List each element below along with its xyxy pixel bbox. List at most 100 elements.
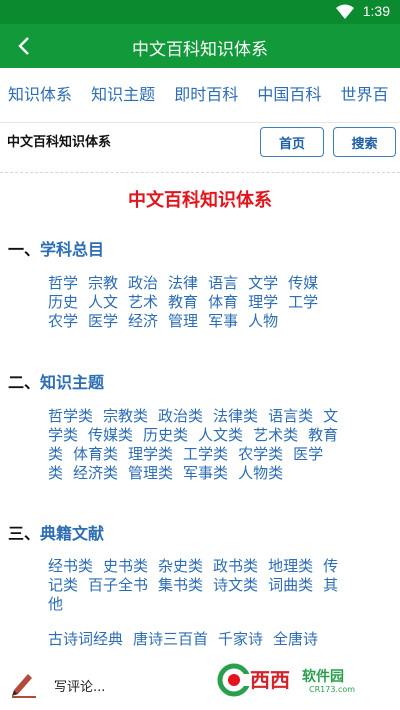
link-item[interactable]: 传媒 [288,274,318,293]
link-item[interactable]: 军事 [208,312,238,331]
section-heading-topics: 二、知识主题 [8,369,104,393]
link-item[interactable]: 全唐诗 [273,630,318,649]
link-row: 古诗词经典 唐诗三百首 千家诗 全唐诗 [48,630,388,649]
link-item[interactable]: 宗教类 [103,407,148,426]
link-item[interactable]: 人物 [248,312,278,331]
link-item[interactable]: 理学 [248,293,278,312]
link-item[interactable]: 哲学类 [48,407,93,426]
link-row: 记类 百子全书 集书类 诗文类 词曲类其 [48,576,388,595]
link-item[interactable]: 文学 [248,274,278,293]
tab-world-encyclopedia[interactable]: 世界百 [340,68,388,122]
link-list-topics: 哲学类 宗教类 政治类 法律类 语言类文 学类 传媒类 历史类 人文类 艺术类 教育 类体育类 理学… [48,407,388,483]
app-bar: 中文百科知识体系 [0,24,400,68]
section-title: 典籍文献 [40,524,105,543]
link-item[interactable]: 人物类 [238,464,283,483]
link-item[interactable]: 工学类 [183,445,228,464]
link-item[interactable]: 古诗词经典 [48,630,123,649]
link-item[interactable]: 人文类 [198,426,243,445]
page-title: 中文百科知识体系 [128,190,272,211]
link-item[interactable]: 宗教 [88,274,118,293]
link-item[interactable]: 政治 [128,274,158,293]
link-item[interactable]: 农学类 [238,445,283,464]
site-logo: 西西 软件园 CR173.com [214,660,382,700]
breadcrumb-bar: 中文百科知识体系 首页 搜索 [0,122,400,173]
link-item[interactable]: 历史类 [143,426,188,445]
link-item[interactable]: 传 [323,557,338,576]
link-item[interactable]: 艺术类 [253,426,298,445]
search-button[interactable]: 搜索 [333,127,396,157]
link-item[interactable]: 文 [323,407,338,426]
section-index: 二、 [8,373,41,392]
link-list-classics-extra: 古诗词经典 唐诗三百首 千家诗 全唐诗 [48,630,388,649]
write-comment-input[interactable]: 写评论... [54,676,105,695]
comment-bar: 写评论... 西西 软件园 CR173.com [0,660,400,710]
link-item[interactable]: 农学 [48,312,78,331]
tab-knowledge-system[interactable]: 知识体系 [8,68,72,122]
link-item[interactable]: 千家诗 [218,630,263,649]
logo-url: CR173.com [309,685,356,694]
link-item[interactable]: 记类 [48,576,78,595]
tab-instant-encyclopedia[interactable]: 即时百科 [174,68,238,122]
link-row: 他 [48,595,388,614]
section-title: 知识主题 [40,373,105,392]
link-item[interactable]: 集书类 [158,576,203,595]
link-item[interactable]: 他 [48,595,63,614]
wifi-icon [336,4,354,24]
link-item[interactable]: 工学 [288,293,318,312]
link-item[interactable]: 词曲类 [268,576,313,595]
link-item[interactable]: 法律类 [213,407,258,426]
link-row: 经书类 史书类 杂史类 政书类 地理类传 [48,557,388,576]
link-item[interactable]: 诗文类 [213,576,258,595]
link-item[interactable]: 历史 [48,293,78,312]
tab-knowledge-topics[interactable]: 知识主题 [91,68,155,122]
link-item[interactable]: 医学 [293,445,323,464]
link-item[interactable]: 政书类 [213,557,258,576]
section-title: 学科总目 [40,240,105,259]
tab-china-encyclopedia[interactable]: 中国百科 [257,68,321,122]
pen-icon [10,668,38,702]
link-item[interactable]: 传媒类 [88,426,133,445]
link-item[interactable]: 语言 [208,274,238,293]
app-title: 中文百科知识体系 [132,40,268,60]
link-item[interactable]: 理学类 [128,445,173,464]
link-item[interactable]: 体育类 [73,445,118,464]
home-button[interactable]: 首页 [260,127,324,157]
breadcrumb: 中文百科知识体系 [7,135,112,150]
link-item[interactable]: 杂史类 [158,557,203,576]
content-area: 中文百科知识体系 一、学科总目 哲学 宗教 政治 法律 语言 文学 传媒 历史 人文 艺术 教育体… [0,172,400,660]
logo-brand: 软件园 [302,669,344,685]
link-item[interactable]: 经济类 [73,464,118,483]
link-item[interactable]: 经书类 [48,557,93,576]
tab-bar: 知识体系 知识主题 即时百科 中国百科 世界百 [0,68,400,123]
link-item[interactable]: 管理 [168,312,198,331]
link-row: 类经济类 管理类 军事类 人物类 [48,464,388,483]
link-item[interactable]: 政治类 [158,407,203,426]
link-list-classics: 经书类 史书类 杂史类 政书类 地理类传 记类 百子全书 集书类 诗文类 词曲类其 他 [48,557,388,614]
link-item[interactable]: 地理类 [268,557,313,576]
link-item[interactable]: 艺术 [128,293,158,312]
link-item[interactable]: 语言类 [268,407,313,426]
link-list-disciplines: 哲学 宗教 政治 法律 语言 文学 传媒 历史 人文 艺术 教育 体育 理学 工学 农学 医学 经济 管理 军事… [48,274,388,331]
link-item[interactable]: 唐诗三百首 [133,630,208,649]
link-item[interactable]: 军事类 [183,464,228,483]
link-item[interactable]: 教育 [308,426,338,445]
link-item[interactable]: 体育 [208,293,238,312]
link-item[interactable]: 学类 [48,426,78,445]
link-item[interactable]: 百子全书 [88,576,148,595]
logo-mark-icon [217,663,252,697]
link-row: 农学 医学 经济 管理 军事 人物 [48,312,388,331]
section-heading-classics: 三、典籍文献 [8,520,104,544]
link-item[interactable]: 法律 [168,274,198,293]
link-item[interactable]: 史书类 [103,557,148,576]
link-item[interactable]: 类 [48,464,63,483]
logo-text: 西西 [250,668,290,692]
link-row: 哲学 宗教 政治 法律 语言 文学 传媒 [48,274,388,293]
link-item[interactable]: 医学 [88,312,118,331]
link-item[interactable]: 类 [48,445,63,464]
link-item[interactable]: 经济 [128,312,158,331]
link-item[interactable]: 人文 [88,293,118,312]
link-item[interactable]: 教育 [168,293,198,312]
link-item[interactable]: 其 [323,576,338,595]
link-item[interactable]: 哲学 [48,274,78,293]
link-item[interactable]: 管理类 [128,464,173,483]
